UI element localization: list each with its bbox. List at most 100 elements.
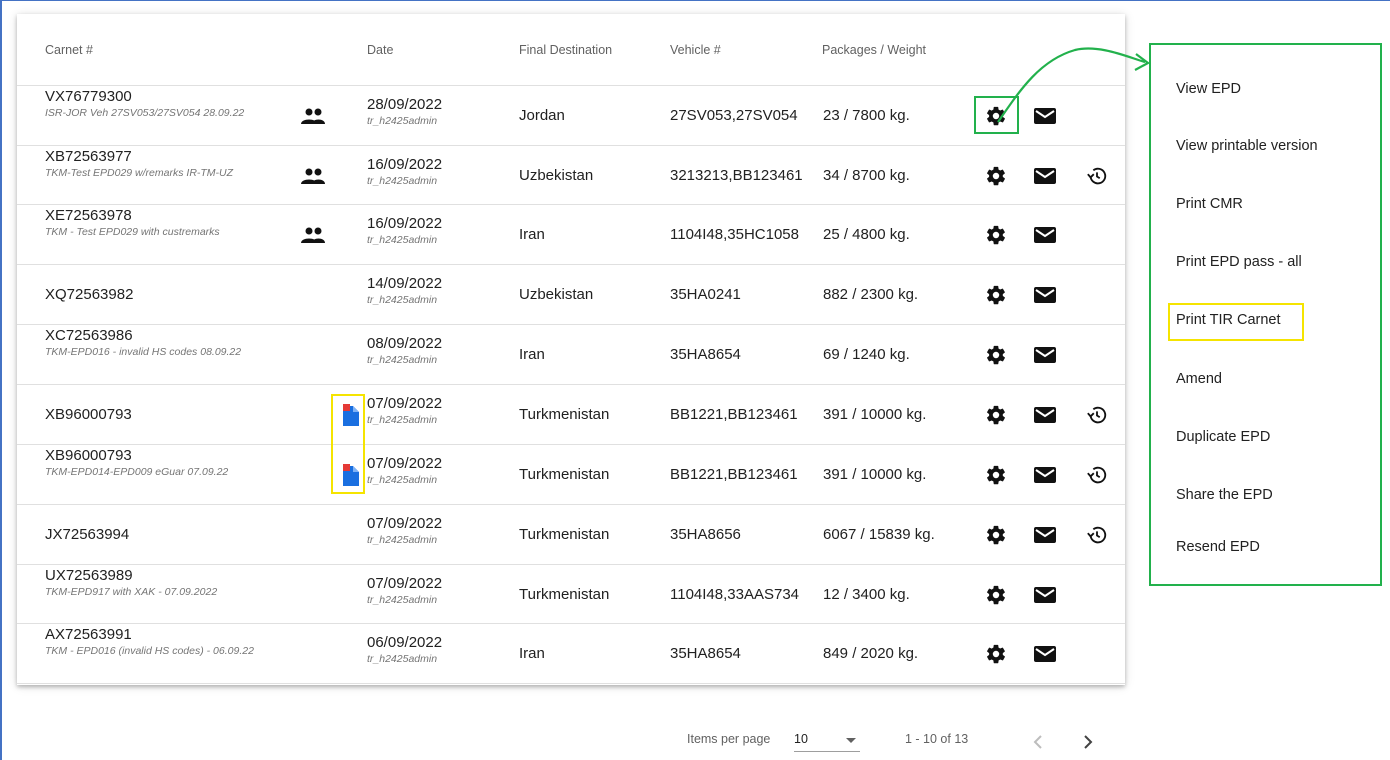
mail-icon[interactable]	[1033, 465, 1057, 490]
menu-item-amend[interactable]: Amend	[1176, 371, 1222, 387]
carnet-number[interactable]: XE72563978	[45, 207, 132, 224]
row-date: 16/09/2022	[367, 155, 443, 173]
row-date: 07/09/2022	[367, 574, 443, 592]
header-packages-weight[interactable]: Packages / Weight	[822, 43, 926, 57]
row-date: 07/09/2022	[367, 395, 443, 412]
gear-icon[interactable]	[985, 584, 1007, 611]
carnet-number[interactable]: UX72563989	[45, 567, 133, 584]
row-date: 07/09/2022	[367, 515, 443, 532]
gear-icon[interactable]	[985, 165, 1007, 192]
carnet-remark: ISR-JOR Veh 27SV053/27SV054 28.09.22	[45, 107, 245, 119]
frame-left-border	[0, 0, 2, 760]
carnet-number[interactable]: JX72563994	[45, 526, 129, 543]
mail-icon[interactable]	[1033, 166, 1057, 191]
row-date: 08/09/2022	[367, 335, 443, 352]
carnet-number[interactable]: XQ72563982	[45, 286, 133, 303]
header-vehicle[interactable]: Vehicle #	[670, 43, 721, 57]
row-date: 16/09/2022	[367, 215, 443, 232]
menu-item-share-the-epd[interactable]: Share the EPD	[1176, 487, 1273, 503]
row-vehicle: 35HA8654	[670, 645, 741, 662]
gear-icon[interactable]	[985, 344, 1007, 371]
row-vehicle: 35HA0241	[670, 286, 741, 303]
next-page-icon[interactable]	[1081, 733, 1095, 751]
row-vehicle: 3213213,BB123461	[670, 166, 803, 184]
page-range: 1 - 10 of 13	[905, 732, 969, 746]
carnet-number[interactable]: XB72563977	[45, 148, 132, 165]
gear-icon[interactable]	[985, 524, 1007, 551]
gear-icon[interactable]	[985, 284, 1007, 311]
table-row[interactable]: XC72563986 TKM-EPD016 - invalid HS codes …	[17, 325, 1125, 385]
row-destination: Uzbekistan	[519, 286, 594, 303]
table-row[interactable]: XE72563978 TKM - Test EPD029 with custrem…	[17, 205, 1125, 265]
mail-icon[interactable]	[1033, 225, 1057, 250]
mail-icon[interactable]	[1033, 285, 1057, 310]
table-row[interactable]: XB96000793 07/09/2022 tr_h2425admin Turkmen…	[17, 385, 1125, 445]
mail-icon[interactable]	[1033, 525, 1057, 550]
gear-icon[interactable]	[985, 224, 1007, 251]
actions-menu: View EPD View printable version Print CMR P…	[1149, 43, 1382, 586]
connector-arrow	[997, 47, 1151, 123]
row-date: 28/09/2022	[367, 96, 443, 113]
mail-icon[interactable]	[1033, 585, 1057, 610]
header-final-destination[interactable]: Final Destination	[519, 43, 612, 57]
row-destination: Jordan	[519, 107, 565, 124]
table-row[interactable]: XB96000793 TKM-EPD014-EPD009 eGuar 07.09.…	[17, 445, 1125, 505]
carnet-number[interactable]: AX72563991	[45, 626, 132, 643]
table-row[interactable]: JX72563994 07/09/2022 tr_h2425admin Turkmen…	[17, 505, 1125, 565]
mail-icon[interactable]	[1033, 345, 1057, 370]
group-icon	[300, 226, 326, 249]
gear-icon[interactable]	[985, 464, 1007, 491]
row-user: tr_h2425admin	[367, 534, 438, 546]
items-per-page-select[interactable]: 10	[794, 732, 860, 752]
carnet-number[interactable]: XB96000793	[45, 447, 132, 464]
menu-item-resend-epd[interactable]: Resend EPD	[1176, 539, 1260, 555]
row-destination: Uzbekistan	[519, 166, 594, 184]
carnet-number[interactable]: XB96000793	[45, 406, 132, 423]
document-icons-highlight-box	[331, 394, 365, 494]
row-packages-weight: 25 / 4800 kg.	[823, 226, 910, 243]
menu-item-duplicate-epd[interactable]: Duplicate EPD	[1176, 429, 1270, 445]
row-destination: Turkmenistan	[519, 585, 610, 603]
row-packages-weight: 6067 / 15839 kg.	[823, 526, 935, 543]
carnet-remark: TKM-EPD014-EPD009 eGuar 07.09.22	[45, 466, 229, 478]
row-destination: Turkmenistan	[519, 526, 610, 543]
history-icon[interactable]	[1086, 165, 1108, 192]
table-row[interactable]: UX72563989 TKM-EPD917 with XAK - 07.09.20…	[17, 565, 1125, 624]
frame-top-border	[0, 0, 1390, 1]
table-row[interactable]: VX76779300 ISR-JOR Veh 27SV053/27SV054 28…	[17, 86, 1125, 146]
previous-page-icon[interactable]	[1031, 733, 1045, 751]
gear-icon[interactable]	[985, 643, 1007, 670]
row-vehicle: 35HA8654	[670, 346, 741, 363]
menu-item-view-epd[interactable]: View EPD	[1176, 81, 1241, 97]
menu-item-print-epd-pass-all[interactable]: Print EPD pass - all	[1176, 254, 1302, 270]
row-user: tr_h2425admin	[367, 174, 438, 187]
print-tir-carnet-highlight-box	[1168, 303, 1304, 341]
table-row[interactable]: XB72563977 TKM-Test EPD029 w/remarks IR-T…	[17, 146, 1125, 205]
row-packages-weight: 23 / 7800 kg.	[823, 107, 910, 124]
mail-icon[interactable]	[1033, 644, 1057, 669]
row-vehicle: BB1221,BB123461	[670, 466, 798, 483]
menu-item-print-cmr[interactable]: Print CMR	[1176, 196, 1243, 212]
row-packages-weight: 882 / 2300 kg.	[823, 286, 919, 303]
carnet-number[interactable]: VX76779300	[45, 88, 132, 105]
carnet-remark: TKM-EPD016 - invalid HS codes 08.09.22	[45, 346, 242, 358]
header-date[interactable]: Date	[367, 43, 393, 57]
table-row[interactable]: AX72563991 TKM - EPD016 (invalid HS codes…	[17, 624, 1125, 684]
row-packages-weight: 12 / 3400 kg.	[823, 585, 910, 603]
history-icon[interactable]	[1086, 464, 1108, 491]
row-date: 07/09/2022	[367, 455, 443, 472]
history-icon[interactable]	[1086, 524, 1108, 551]
gear-icon[interactable]	[985, 404, 1007, 431]
mail-icon[interactable]	[1033, 405, 1057, 430]
row-date: 06/09/2022	[367, 634, 443, 651]
chevron-down-icon	[846, 738, 856, 743]
row-packages-weight: 69 / 1240 kg.	[823, 346, 910, 363]
row-packages-weight: 391 / 10000 kg.	[823, 406, 927, 423]
history-icon[interactable]	[1086, 404, 1108, 431]
menu-item-view-printable-version[interactable]: View printable version	[1176, 138, 1318, 154]
carnet-number[interactable]: XC72563986	[45, 327, 133, 344]
table-row[interactable]: XQ72563982 14/09/2022 tr_h2425admin Uzbekis…	[17, 265, 1125, 325]
row-destination: Turkmenistan	[519, 406, 610, 423]
header-carnet[interactable]: Carnet #	[45, 43, 93, 57]
carnet-remark: TKM - EPD016 (invalid HS codes) - 06.09.…	[45, 645, 254, 657]
